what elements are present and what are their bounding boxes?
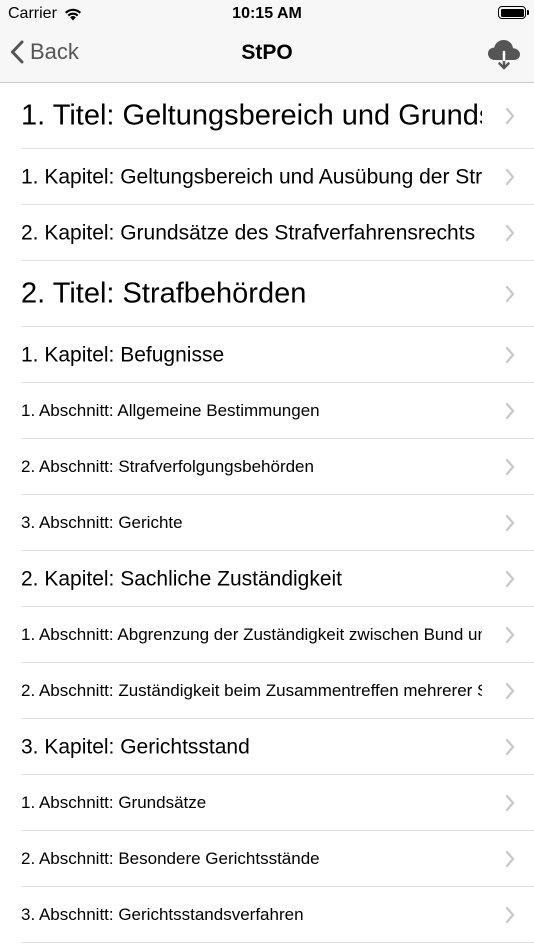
toc-item-label: 3. Abschnitt: Gerichte: [21, 512, 183, 532]
page-title: StPO: [241, 41, 293, 64]
navigation-bar: Back StPO: [0, 28, 534, 83]
chevron-right-icon: [505, 168, 515, 185]
toc-item[interactable]: 2. Abschnitt: Besondere Gerichtsstände: [21, 831, 534, 887]
battery-icon: [498, 6, 529, 19]
chevron-right-icon: [505, 626, 515, 643]
chevron-right-icon: [505, 107, 515, 124]
toc-item[interactable]: 2. Titel: Strafbehörden: [21, 261, 534, 327]
toc-item-label: 2. Abschnitt: Besondere Gerichtsstände: [21, 848, 320, 868]
battery-level: [500, 8, 524, 17]
toc-item-label: 2. Kapitel: Sachliche Zuständigkeit: [21, 566, 343, 590]
cloud-download-button[interactable]: [486, 36, 522, 72]
toc-item-label: 2. Abschnitt: Strafverfolgungsbehörden: [21, 456, 314, 476]
toc-item[interactable]: 1. Titel: Geltungsbereich und Grundsätze: [21, 83, 534, 149]
toc-item[interactable]: 2. Abschnitt: Zuständigkeit beim Zusamme…: [21, 663, 534, 719]
status-bar: Carrier 10:15 AM: [0, 0, 534, 28]
toc-item[interactable]: 2. Kapitel: Grundsätze des Strafverfahre…: [21, 205, 534, 261]
chevron-right-icon: [505, 458, 515, 475]
toc-item[interactable]: 3. Abschnitt: Gerichte: [21, 495, 534, 551]
chevron-right-icon: [505, 738, 515, 755]
status-time: 10:15 AM: [232, 5, 302, 22]
toc-item-label: 1. Kapitel: Befugnisse: [21, 342, 225, 366]
toc-item-label: 2. Titel: Strafbehörden: [21, 277, 307, 310]
toc-item[interactable]: 3. Abschnitt: Gerichtsstandsverfahren: [21, 887, 534, 943]
toc-item[interactable]: 1. Kapitel: Geltungsbereich und Ausübung…: [21, 149, 534, 205]
toc-item[interactable]: 3. Kapitel: Gerichtsstand: [21, 719, 534, 775]
cloud-download-icon: [488, 40, 520, 70]
chevron-right-icon: [505, 402, 515, 419]
toc-item-label: 1. Abschnitt: Allgemeine Bestimmungen: [21, 400, 320, 420]
toc-item-label: 3. Kapitel: Gerichtsstand: [21, 734, 250, 758]
toc-item-label: 1. Abschnitt: Grundsätze: [21, 792, 207, 812]
chevron-right-icon: [505, 346, 515, 363]
toc-item-label: 1. Titel: Geltungsbereich und Grundsätze: [21, 99, 482, 132]
toc-list: 1. Titel: Geltungsbereich und Grundsätze…: [0, 83, 534, 943]
chevron-right-icon: [505, 224, 515, 241]
chevron-right-icon: [505, 682, 515, 699]
toc-item-label: 2. Kapitel: Grundsätze des Strafverfahre…: [21, 220, 476, 244]
toc-item[interactable]: 1. Abschnitt: Allgemeine Bestimmungen: [21, 383, 534, 439]
chevron-right-icon: [505, 906, 515, 923]
chevron-right-icon: [505, 794, 515, 811]
toc-item[interactable]: 1. Abschnitt: Grundsätze: [21, 775, 534, 831]
toc-item[interactable]: 2. Kapitel: Sachliche Zuständigkeit: [21, 551, 534, 607]
chevron-right-icon: [505, 850, 515, 867]
toc-item-label: 1. Kapitel: Geltungsbereich und Ausübung…: [21, 164, 482, 188]
toc-item[interactable]: 2. Abschnitt: Strafverfolgungsbehörden: [21, 439, 534, 495]
toc-item[interactable]: 1. Kapitel: Befugnisse: [21, 327, 534, 383]
toc-item-label: 1. Abschnitt: Abgrenzung der Zuständigke…: [21, 624, 482, 644]
toc-item-label: 2. Abschnitt: Zuständigkeit beim Zusamme…: [21, 680, 482, 700]
chevron-right-icon: [505, 570, 515, 587]
chevron-right-icon: [505, 514, 515, 531]
chevron-right-icon: [505, 285, 515, 302]
toc-item-label: 3. Abschnitt: Gerichtsstandsverfahren: [21, 904, 304, 924]
toc-item[interactable]: 1. Abschnitt: Abgrenzung der Zuständigke…: [21, 607, 534, 663]
